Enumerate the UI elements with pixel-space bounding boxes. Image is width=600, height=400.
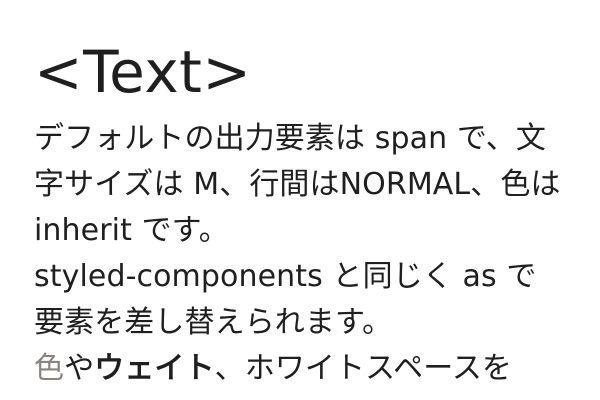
page-title: <Text> (34, 38, 252, 106)
description-paragraph-styles: 色やウェイト、ホワイトスペースを (34, 346, 566, 392)
bold-weight-text: ウェイト (94, 351, 215, 386)
connector-text: や (64, 351, 95, 386)
whitespace-text: 、ホワイトスペースを (214, 351, 513, 386)
muted-color-text: 色 (34, 351, 65, 386)
description-paragraph-as-prop: styled-components と同じく as で要素を差し替えられます。 (34, 259, 537, 340)
description-paragraph-defaults: デフォルトの出力要素は span で、文字サイズは M、行間はNORMAL、色は… (34, 121, 561, 248)
document-preview: <Text> デフォルトの出力要素は span で、文字サイズは M、行間はNO… (0, 0, 600, 400)
